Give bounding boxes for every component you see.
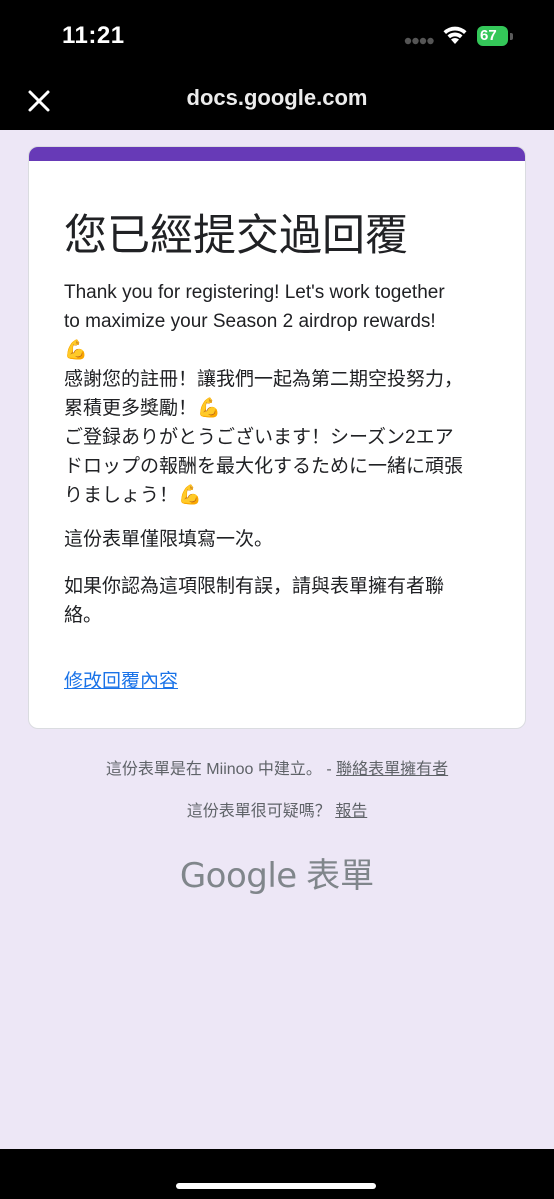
cellular-signal-icon (404, 37, 434, 45)
google-logo-text: Google (179, 856, 297, 896)
message-line: ご登録ありがとうございます！シーズン2エア (64, 427, 454, 448)
card-accent-bar (29, 147, 525, 161)
footer-report-notice: 這份表單很可疑嗎？ 報告 (0, 797, 554, 821)
bottom-bar (0, 1149, 554, 1199)
edit-response-link[interactable]: 修改回覆內容 (64, 666, 178, 693)
url-title: docs.google.com (186, 85, 368, 110)
contact-owner-link[interactable]: 聯絡表單擁有者 (336, 761, 448, 778)
browser-nav-bar: docs.google.com (0, 72, 554, 130)
message-line: りましょう！💪 (64, 485, 202, 506)
response-card: 您已經提交過回覆 Thank you for registering! Let'… (28, 146, 526, 729)
message-line: 💪 (64, 340, 88, 361)
message-line: Thank you for registering! Let's work to… (64, 282, 445, 303)
page-title: 您已經提交過回覆 (64, 212, 408, 260)
battery-level: 67 (477, 26, 508, 46)
message-line: 感謝您的註冊！讓我們一起為第二期空投努力， (64, 369, 464, 390)
google-forms-logo: Google 表單 (0, 848, 554, 897)
message-line: 累積更多獎勵！💪 (64, 398, 221, 419)
wifi-icon (443, 26, 467, 44)
home-indicator[interactable] (176, 1183, 376, 1189)
confirmation-message: Thank you for registering! Let's work to… (64, 278, 504, 510)
single-response-notice: 這份表單僅限填寫一次。 (64, 529, 274, 550)
battery-icon: 67 (477, 26, 513, 46)
footer-created-notice: 這份表單是在 Miinoo 中建立。 - 聯絡表單擁有者 (0, 755, 554, 779)
contact-owner-notice: 如果你認為這項限制有誤，請與表單擁有者聯 絡。 (64, 572, 504, 630)
forms-logo-text: 表單 (306, 857, 375, 895)
footer-created-text: 這份表單是在 Miinoo 中建立。 - (105, 761, 337, 778)
status-bar: 11:21 67 (0, 0, 554, 72)
contact-notice-line: 如果你認為這項限制有誤，請與表單擁有者聯 (64, 576, 445, 597)
status-time: 11:21 (62, 22, 125, 49)
footer-suspicious-text: 這份表單很可疑嗎？ (186, 803, 336, 820)
battery-tip (510, 33, 513, 40)
message-line: to maximize your Season 2 airdrop reward… (64, 311, 436, 332)
message-line: ドロップの報酬を最大化するために一緒に頑張 (64, 456, 464, 477)
report-link[interactable]: 報告 (335, 803, 367, 820)
contact-notice-line: 絡。 (64, 605, 103, 626)
